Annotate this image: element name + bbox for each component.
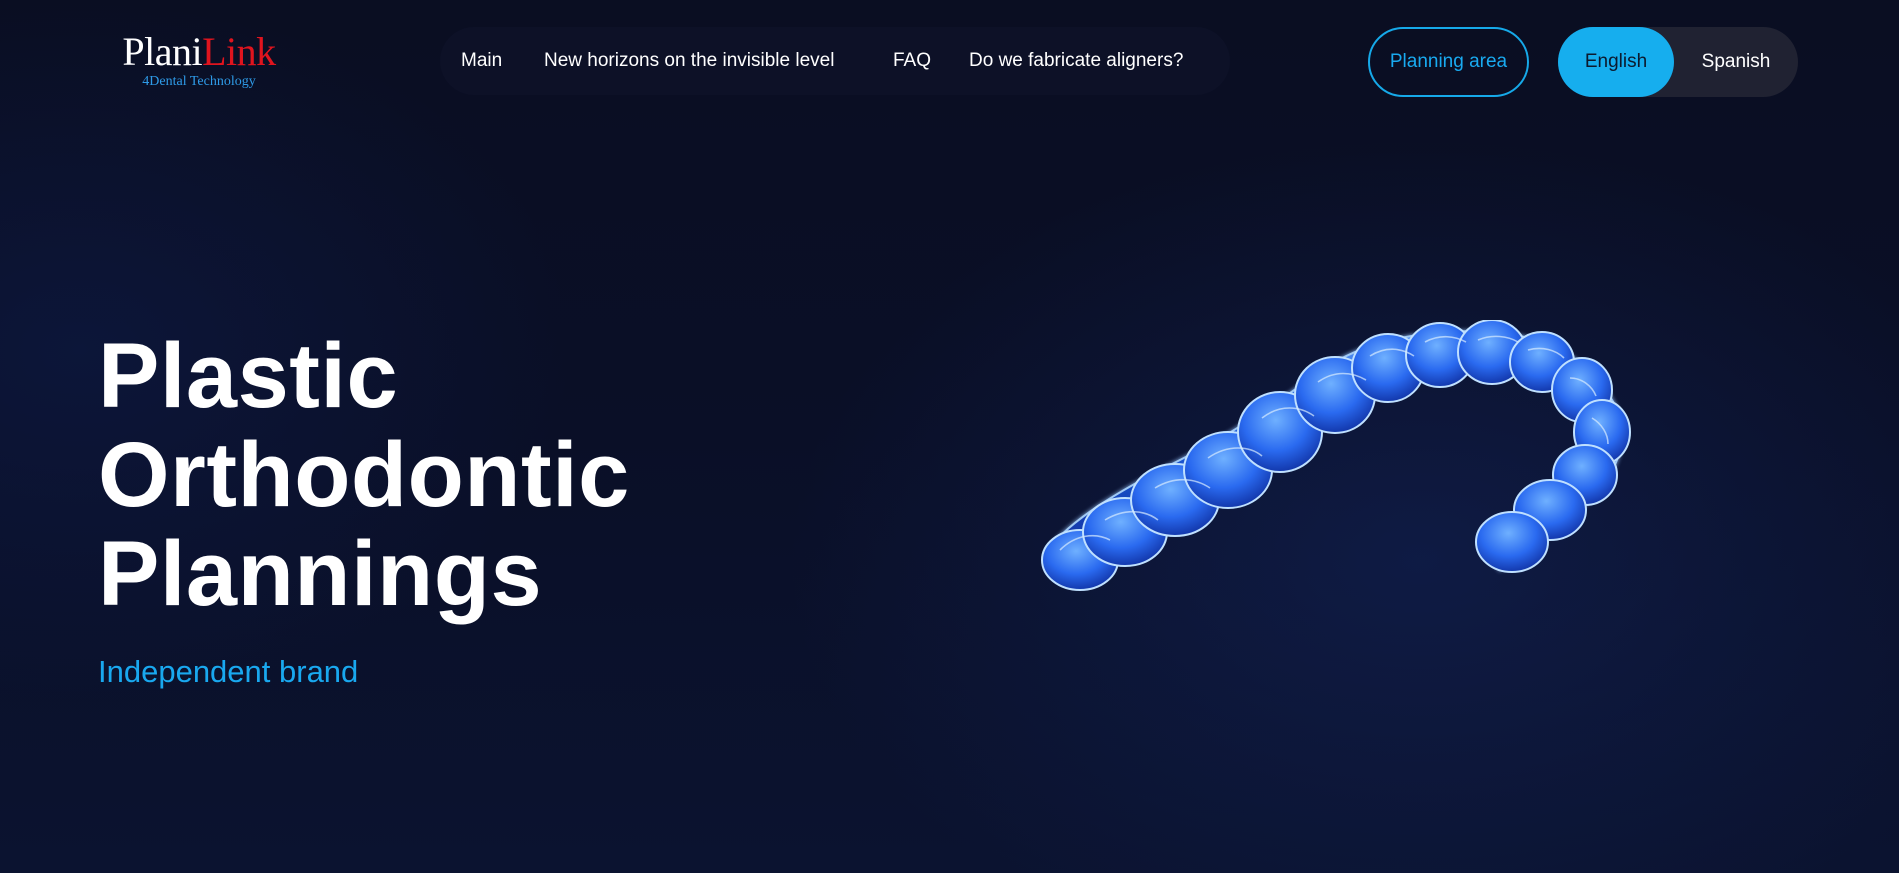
- language-switch: English Spanish: [1558, 27, 1798, 97]
- logo-wordmark: PlaniLink: [114, 30, 284, 74]
- nav-item-main[interactable]: Main: [461, 27, 502, 95]
- clear-aligner-illustration: [1041, 320, 1631, 591]
- nav-item-fabricate-aligners[interactable]: Do we fabricate aligners?: [969, 27, 1183, 95]
- logo-wordmark-part2: Link: [202, 29, 276, 74]
- hero-title-line-1: Plastic: [98, 325, 399, 427]
- planning-area-button[interactable]: Planning area: [1368, 27, 1529, 97]
- brand-logo[interactable]: PlaniLink 4Dental Technology: [114, 30, 284, 98]
- nav-item-faq[interactable]: FAQ: [893, 27, 931, 95]
- main-nav: Main New horizons on the invisible level…: [440, 27, 1230, 95]
- language-option-english[interactable]: English: [1558, 27, 1674, 97]
- hero-title-line-2: Orthodontic: [98, 424, 630, 526]
- nav-item-new-horizons[interactable]: New horizons on the invisible level: [544, 27, 834, 95]
- language-option-spanish[interactable]: Spanish: [1674, 27, 1798, 97]
- hero-subtitle: Independent brand: [98, 654, 359, 689]
- hero-title-line-3: Plannings: [98, 523, 543, 625]
- logo-tagline: 4Dental Technology: [142, 74, 256, 89]
- logo-wordmark-part1: Plani: [122, 29, 203, 74]
- hero-title: Plastic Orthodontic Plannings: [98, 327, 798, 624]
